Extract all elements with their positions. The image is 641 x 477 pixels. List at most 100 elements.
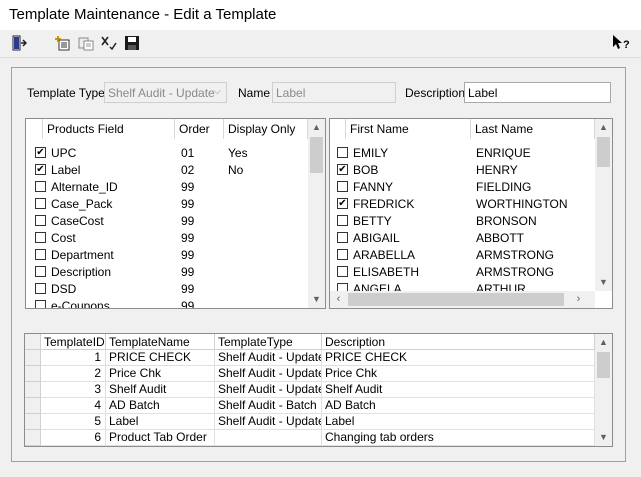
checkbox[interactable] <box>35 198 46 209</box>
exit-icon[interactable] <box>10 34 28 52</box>
list-item[interactable]: ✔ UPC 01 Yes <box>26 145 308 162</box>
row-selector[interactable] <box>25 414 41 430</box>
templates-vertical-scrollbar[interactable]: ▲ ▼ <box>595 334 612 446</box>
list-item[interactable]: ✔ BOB HENRY <box>330 162 595 179</box>
header-first-name[interactable]: First Name <box>346 119 471 139</box>
template-id[interactable]: 2 <box>41 366 106 382</box>
checkbox[interactable] <box>337 147 348 158</box>
list-item[interactable]: Description 99 <box>26 264 308 281</box>
list-item[interactable]: Department 99 <box>26 247 308 264</box>
template-type[interactable]: Shelf Audit - Batch <box>215 398 322 414</box>
list-item[interactable]: Case_Pack 99 <box>26 196 308 213</box>
scroll-down-icon[interactable]: ▼ <box>308 291 325 308</box>
template-id[interactable]: 5 <box>41 414 106 430</box>
list-item[interactable]: Alternate_ID 99 <box>26 179 308 196</box>
users-vertical-scrollbar[interactable]: ▲ ▼ <box>595 119 612 291</box>
checkbox[interactable] <box>337 266 348 277</box>
header-template-id[interactable]: TemplateID <box>41 334 106 350</box>
template-name[interactable]: PRICE CHECK <box>106 350 215 366</box>
scroll-down-icon[interactable]: ▼ <box>595 429 612 446</box>
scroll-thumb[interactable] <box>597 137 610 167</box>
checkbox[interactable] <box>337 215 348 226</box>
header-template-type[interactable]: TemplateType <box>215 334 322 350</box>
template-id[interactable]: 6 <box>41 430 106 446</box>
scroll-left-icon[interactable]: ‹ <box>330 291 347 308</box>
list-item[interactable]: DSD 99 <box>26 281 308 298</box>
row-selector[interactable] <box>25 398 41 414</box>
template-type[interactable] <box>215 430 322 446</box>
header-products-field[interactable]: Products Field <box>43 119 175 139</box>
checkbox[interactable] <box>337 249 348 260</box>
list-item[interactable]: BETTY BRONSON <box>330 213 595 230</box>
name-field[interactable]: Label <box>272 82 396 103</box>
list-item[interactable]: ✔ FREDRICK WORTHINGTON <box>330 196 595 213</box>
template-type-select[interactable]: Shelf Audit - Update ⌵ <box>104 82 227 103</box>
template-description[interactable]: Shelf Audit <box>322 382 595 398</box>
header-template-name[interactable]: TemplateName <box>106 334 215 350</box>
template-id[interactable]: 1 <box>41 350 106 366</box>
template-type[interactable]: Shelf Audit - Update <box>215 382 322 398</box>
scroll-right-icon[interactable]: › <box>570 291 587 308</box>
scroll-down-icon[interactable]: ▼ <box>595 274 612 291</box>
header-description[interactable]: Description <box>322 334 595 350</box>
header-last-name[interactable]: Last Name <box>471 119 595 139</box>
save-icon[interactable] <box>123 34 141 52</box>
template-type[interactable]: Shelf Audit - Update <box>215 350 322 366</box>
list-item[interactable]: ✔ Label 02 No <box>26 162 308 179</box>
products-field-grid[interactable]: Products Field Order Display Only ✔ UPC 01… <box>25 118 326 309</box>
checkbox[interactable]: ✔ <box>35 164 46 175</box>
scroll-up-icon[interactable]: ▲ <box>308 119 325 136</box>
template-name[interactable]: Label <box>106 414 215 430</box>
help-cursor-icon[interactable]: ? <box>612 34 630 52</box>
row-selector[interactable] <box>25 366 41 382</box>
scroll-thumb[interactable] <box>348 293 564 306</box>
list-item[interactable]: e-Coupons 99 <box>26 298 308 308</box>
template-description[interactable]: Label <box>322 414 595 430</box>
list-item[interactable]: ABIGAIL ABBOTT <box>330 230 595 247</box>
users-horizontal-scrollbar[interactable]: ‹ › <box>330 291 595 308</box>
template-id[interactable]: 4 <box>41 398 106 414</box>
scroll-thumb[interactable] <box>597 352 610 378</box>
template-type[interactable]: Shelf Audit - Update <box>215 366 322 382</box>
templates-grid[interactable]: TemplateID TemplateName TemplateType Des… <box>24 333 613 447</box>
header-order[interactable]: Order <box>175 119 224 139</box>
list-item[interactable]: EMILY ENRIQUE <box>330 145 595 162</box>
template-name[interactable]: Product Tab Order <box>106 430 215 446</box>
row-selector[interactable] <box>25 350 41 366</box>
users-grid[interactable]: First Name Last Name EMILY ENRIQUE ✔ BOB HEN… <box>329 118 613 309</box>
template-name[interactable]: Price Chk <box>106 366 215 382</box>
checkbox[interactable]: ✔ <box>337 164 348 175</box>
scroll-up-icon[interactable]: ▲ <box>595 334 612 351</box>
description-field[interactable]: Label <box>464 82 611 103</box>
list-item[interactable]: CaseCost 99 <box>26 213 308 230</box>
checkbox[interactable] <box>35 181 46 192</box>
fields-vertical-scrollbar[interactable]: ▲ ▼ <box>308 119 325 308</box>
template-description[interactable]: AD Batch <box>322 398 595 414</box>
row-selector[interactable] <box>25 430 41 446</box>
scroll-thumb[interactable] <box>310 137 323 173</box>
checkbox[interactable] <box>35 266 46 277</box>
list-item[interactable]: Cost 99 <box>26 230 308 247</box>
checkbox[interactable] <box>35 232 46 243</box>
template-description[interactable]: PRICE CHECK <box>322 350 595 366</box>
template-id[interactable]: 3 <box>41 382 106 398</box>
checkbox[interactable]: ✔ <box>35 147 46 158</box>
checkbox[interactable] <box>337 181 348 192</box>
header-display-only[interactable]: Display Only <box>224 119 308 139</box>
checkbox[interactable] <box>337 232 348 243</box>
template-type[interactable]: Shelf Audit - Update <box>215 414 322 430</box>
delete-template-icon[interactable] <box>100 34 118 52</box>
checkbox[interactable] <box>35 283 46 294</box>
row-selector[interactable] <box>25 382 41 398</box>
template-description[interactable]: Changing tab orders <box>322 430 595 446</box>
checkbox[interactable] <box>35 249 46 260</box>
template-description[interactable]: Price Chk <box>322 366 595 382</box>
scroll-up-icon[interactable]: ▲ <box>595 119 612 136</box>
list-item[interactable]: ARABELLA ARMSTRONG <box>330 247 595 264</box>
checkbox[interactable] <box>35 215 46 226</box>
list-item[interactable]: FANNY FIELDING <box>330 179 595 196</box>
checkbox[interactable] <box>35 300 46 308</box>
checkbox[interactable]: ✔ <box>337 198 348 209</box>
template-name[interactable]: AD Batch <box>106 398 215 414</box>
add-template-icon[interactable] <box>54 34 72 52</box>
